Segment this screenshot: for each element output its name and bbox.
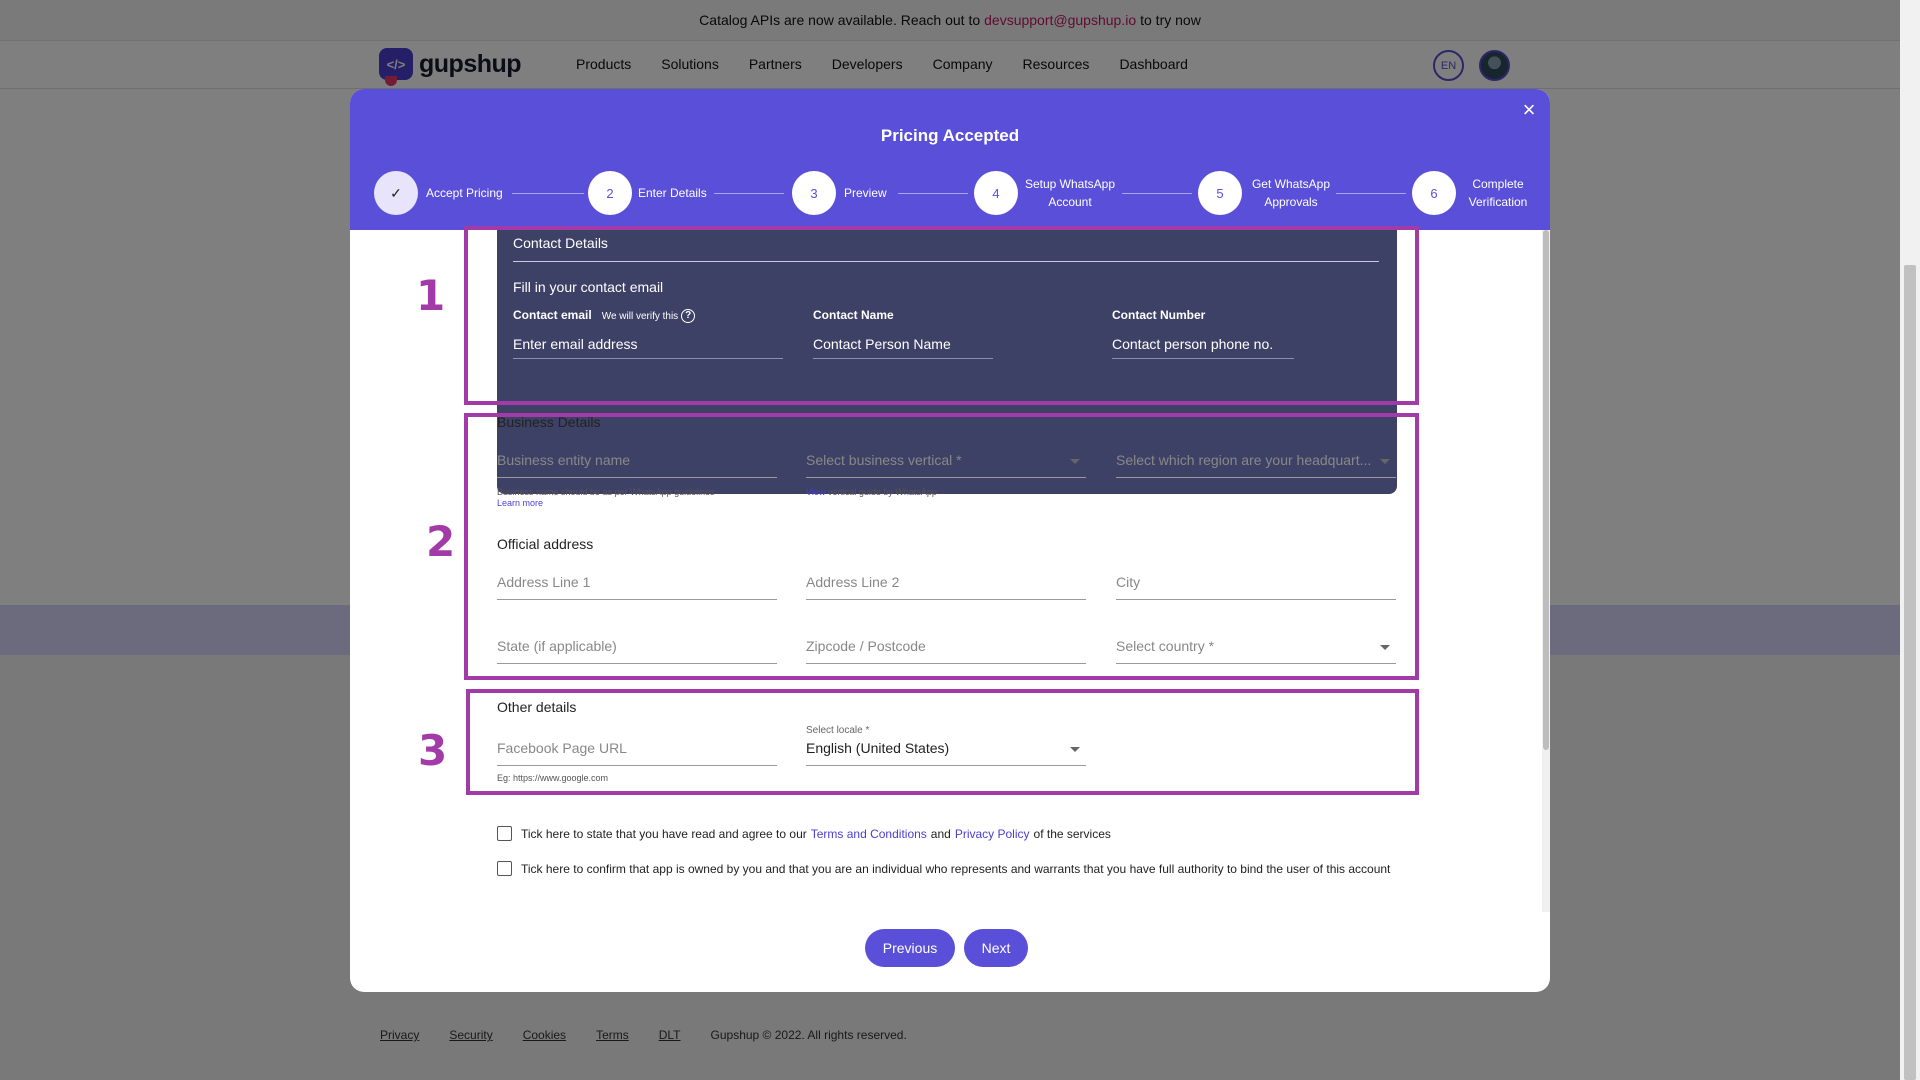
- step-3-circle: 3: [792, 171, 836, 215]
- page-scrollbar[interactable]: [1900, 0, 1920, 1080]
- privacy-policy-link[interactable]: Privacy Policy: [955, 827, 1030, 841]
- step-connector: [1336, 193, 1406, 194]
- step-connector: [512, 193, 584, 194]
- step-2-circle: 2: [588, 171, 632, 215]
- previous-button[interactable]: Previous: [865, 929, 955, 967]
- step-4-circle: 4: [974, 171, 1018, 215]
- step-connector: [898, 193, 968, 194]
- annotation-number-1: 1: [416, 271, 446, 320]
- annotation-number-2: 2: [426, 517, 456, 566]
- step-6-label: Complete Verification: [1468, 177, 1528, 209]
- step-1-check-icon: ✓: [374, 171, 418, 215]
- next-button[interactable]: Next: [964, 929, 1028, 967]
- page-scrollbar-thumb[interactable]: [1904, 265, 1916, 1080]
- step-2-label: Enter Details: [638, 186, 707, 200]
- terms-link[interactable]: Terms and Conditions: [811, 827, 927, 841]
- step-1-label: Accept Pricing: [426, 186, 503, 200]
- terms-checkbox[interactable]: [497, 826, 512, 841]
- step-4-label: Setup WhatsApp Account: [1024, 177, 1116, 209]
- progress-stepper: ✓ Accept Pricing 2 Enter Details 3 Previ…: [374, 171, 1534, 217]
- modal-scrollbar-thumb[interactable]: [1543, 230, 1549, 750]
- close-icon[interactable]: ×: [1518, 99, 1540, 121]
- onboarding-modal: Pricing Accepted × ✓ Accept Pricing 2 En…: [350, 89, 1550, 992]
- terms-suffix: of the services: [1033, 826, 1111, 841]
- annotation-box-3: [466, 689, 1419, 795]
- ownership-consent-row: Tick here to confirm that app is owned b…: [497, 861, 1390, 876]
- terms-and: and: [930, 826, 951, 841]
- step-connector: [714, 193, 784, 194]
- annotation-box-2: [464, 413, 1419, 680]
- ownership-checkbox[interactable]: [497, 861, 512, 876]
- ownership-text: Tick here to confirm that app is owned b…: [521, 861, 1391, 876]
- modal-title: Pricing Accepted: [880, 126, 1020, 145]
- annotation-number-3: 3: [418, 726, 448, 775]
- step-5-label: Get WhatsApp Approvals: [1251, 177, 1331, 209]
- step-connector: [1122, 193, 1192, 194]
- step-6-circle: 6: [1412, 171, 1456, 215]
- modal-header: Pricing Accepted × ✓ Accept Pricing 2 En…: [350, 89, 1550, 230]
- terms-consent-row: Tick here to state that you have read an…: [497, 826, 1111, 841]
- annotation-box-1: [464, 226, 1419, 405]
- modal-scrollbar[interactable]: [1542, 230, 1550, 912]
- terms-prefix: Tick here to state that you have read an…: [521, 826, 807, 841]
- step-5-circle: 5: [1198, 171, 1242, 215]
- step-3-label: Preview: [844, 186, 887, 200]
